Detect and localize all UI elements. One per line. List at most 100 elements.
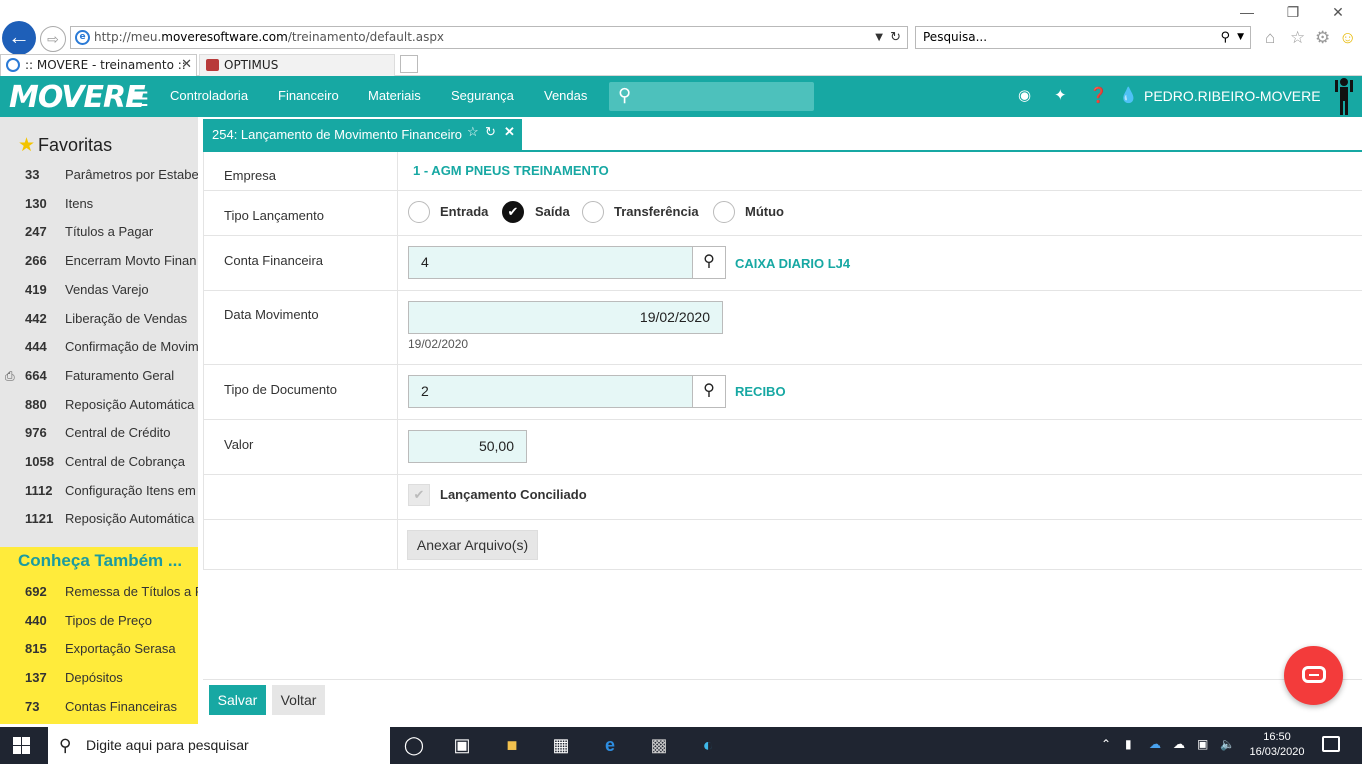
close-panel-icon[interactable]: ✕ [504,116,515,147]
close-window-button[interactable]: ✕ [1328,4,1348,21]
home-icon[interactable]: ⌂ [1265,28,1275,48]
favorites-item[interactable]: 976 Central de Crédito [0,421,198,445]
favorites-item-number: 664 [25,367,47,383]
tipodoc-search-button[interactable]: ⚲ [692,375,726,408]
onedrive-icon[interactable]: ☁ [1149,737,1161,751]
radio-transferencia[interactable] [582,201,604,223]
radio-entrada-label[interactable]: Entrada [440,204,488,219]
favorites-item[interactable]: 130 Itens [0,192,198,216]
notifications-icon[interactable] [1322,736,1340,752]
forward-button[interactable]: ⇨ [40,26,66,52]
favorites-item[interactable]: 444 Confirmação de Movim [0,335,198,359]
battery-icon[interactable]: ▮ [1125,737,1132,751]
back-form-button[interactable]: Voltar [272,685,325,715]
favorites-item[interactable]: 442 Liberação de Vendas [0,307,198,331]
refresh-icon[interactable]: ↻ [890,27,901,48]
reload-icon[interactable]: ↻ [485,116,496,147]
tab-close-icon[interactable]: ✕ [181,55,192,75]
nav-controladoria[interactable]: Controladoria [170,88,248,103]
volume-icon[interactable]: 🔈 [1220,737,1235,751]
radio-saida[interactable]: ✔ [502,201,524,223]
cloud-icon[interactable]: ☁ [1173,737,1185,751]
radio-mutuo[interactable] [713,201,735,223]
app-search-input[interactable]: ⚲ [609,82,814,111]
radio-saida-label[interactable]: Saída [535,204,570,219]
user-name[interactable]: PEDRO.RIBEIRO-MOVERE [1144,88,1321,104]
settings-gear-icon[interactable]: ⚙ [1315,28,1330,48]
conheca-item[interactable]: 73 Contas Financeiras [0,695,198,719]
radio-mutuo-label[interactable]: Mútuo [745,204,784,219]
taskbar-search-input[interactable]: ⚲ Digite aqui para pesquisar [48,727,390,764]
search-dropdown-icon[interactable]: ▼ [1237,27,1244,48]
radio-transferencia-label[interactable]: Transferência [614,204,699,219]
conta-search-button[interactable]: ⚲ [692,246,726,279]
conheca-item[interactable]: 137 Depósitos [0,666,198,690]
smiley-icon[interactable]: ☺ [1339,28,1356,48]
tab-movere[interactable]: :: MOVERE - treinamento :: ✕ [0,54,197,76]
favorites-item-number: 1058 [25,454,54,469]
menu-hamburger-icon[interactable]: ☰ [131,87,149,112]
back-button[interactable]: ← [2,21,36,55]
favorites-item[interactable]: 266 Encerram Movto Finan [0,249,198,273]
valor-input[interactable]: 50,00 [408,430,527,463]
task-view-icon[interactable]: ▣ [451,735,473,756]
restore-button[interactable]: ❐ [1283,4,1303,21]
data-movimento-input[interactable]: 19/02/2020 [408,301,723,334]
help-icon[interactable]: ❓ [1089,86,1108,104]
store-icon[interactable]: ▦ [550,735,572,756]
favorites-item-number: 444 [25,339,47,355]
favorites-item[interactable]: 1058 Central de Cobrança [0,450,198,474]
app-taskbar-icon[interactable]: ▩ [648,735,670,756]
favorites-item[interactable]: 1121 Reposição Automática [0,507,198,531]
favorites-item-label: Títulos a Pagar [65,224,154,240]
clock[interactable]: 16:50 16/03/2020 [1248,730,1306,760]
favorites-item[interactable]: ⎙ 664 Faturamento Geral [0,364,198,388]
movere-logo[interactable]: MOVERE [9,80,146,115]
favorites-item[interactable]: 1112 Configuração Itens em [0,479,198,503]
favorites-item-label: Central de Cobrança [65,454,185,469]
favorites-item-label: Reposição Automática [65,511,195,527]
address-dropdown-icon[interactable]: ▼ [875,27,883,48]
chat-button[interactable] [1284,646,1343,705]
anexar-button[interactable]: Anexar Arquivo(s) [407,530,538,560]
dashboard-icon[interactable]: ◉ [1018,86,1031,104]
conheca-item[interactable]: 692 Remessa de Títulos a F [0,580,198,604]
tray-chevron-icon[interactable]: ⌃ [1101,737,1111,751]
windows-start-icon[interactable] [13,737,30,754]
cortana-icon[interactable]: ◯ [403,735,425,756]
nav-vendas[interactable]: Vendas [544,88,587,103]
tipo-documento-input[interactable]: 2 [408,375,694,408]
person-icon[interactable] [1332,76,1356,117]
favorites-item[interactable]: 880 Reposição Automática [0,393,198,417]
row-valor: Valor [203,420,1362,475]
network-icon[interactable]: ▣ [1197,737,1208,751]
new-tab-button[interactable] [400,55,418,73]
conta-financeira-input[interactable]: 4 [408,246,694,279]
browser-search-input[interactable]: Pesquisa... ⚲ ▼ [915,26,1251,49]
radio-entrada[interactable] [408,201,430,223]
favorites-item[interactable]: 33 Parâmetros por Estabe [0,163,198,187]
conciliado-checkbox[interactable]: ✔ [408,484,430,506]
magic-wand-icon[interactable]: ✦ [1054,86,1067,104]
favorites-item-label: Parâmetros por Estabe [65,167,198,182]
edge-icon[interactable]: ◐ [697,735,719,756]
nav-seguranca[interactable]: Segurança [451,88,514,103]
tab-optimus-label: OPTIMUS [224,58,279,72]
address-bar[interactable]: e http://meu.moveresoftware.com/treinamen… [70,26,908,49]
conheca-item[interactable]: 815 Exportação Serasa [0,637,198,661]
conheca-item[interactable]: 440 Tipos de Preço [0,609,198,633]
favorites-item[interactable]: 419 Vendas Varejo [0,278,198,302]
favorites-item[interactable]: 247 Títulos a Pagar [0,220,198,244]
minimize-button[interactable]: — [1237,4,1257,20]
favorites-star-icon[interactable]: ☆ [1290,28,1305,48]
search-icon[interactable]: ⚲ [1220,27,1230,48]
drop-icon[interactable]: 💧 [1119,86,1138,104]
favorite-star-icon[interactable]: ☆ [467,116,479,147]
nav-materiais[interactable]: Materiais [368,88,421,103]
nav-financeiro[interactable]: Financeiro [278,88,339,103]
sidebar: ★ Favoritas 33 Parâmetros por Estabe 130 Ite… [0,117,198,724]
ie-taskbar-icon[interactable]: e [599,735,621,756]
tab-optimus[interactable]: OPTIMUS [199,54,395,76]
save-button[interactable]: Salvar [209,685,266,715]
file-explorer-icon[interactable]: ■ [501,735,523,756]
